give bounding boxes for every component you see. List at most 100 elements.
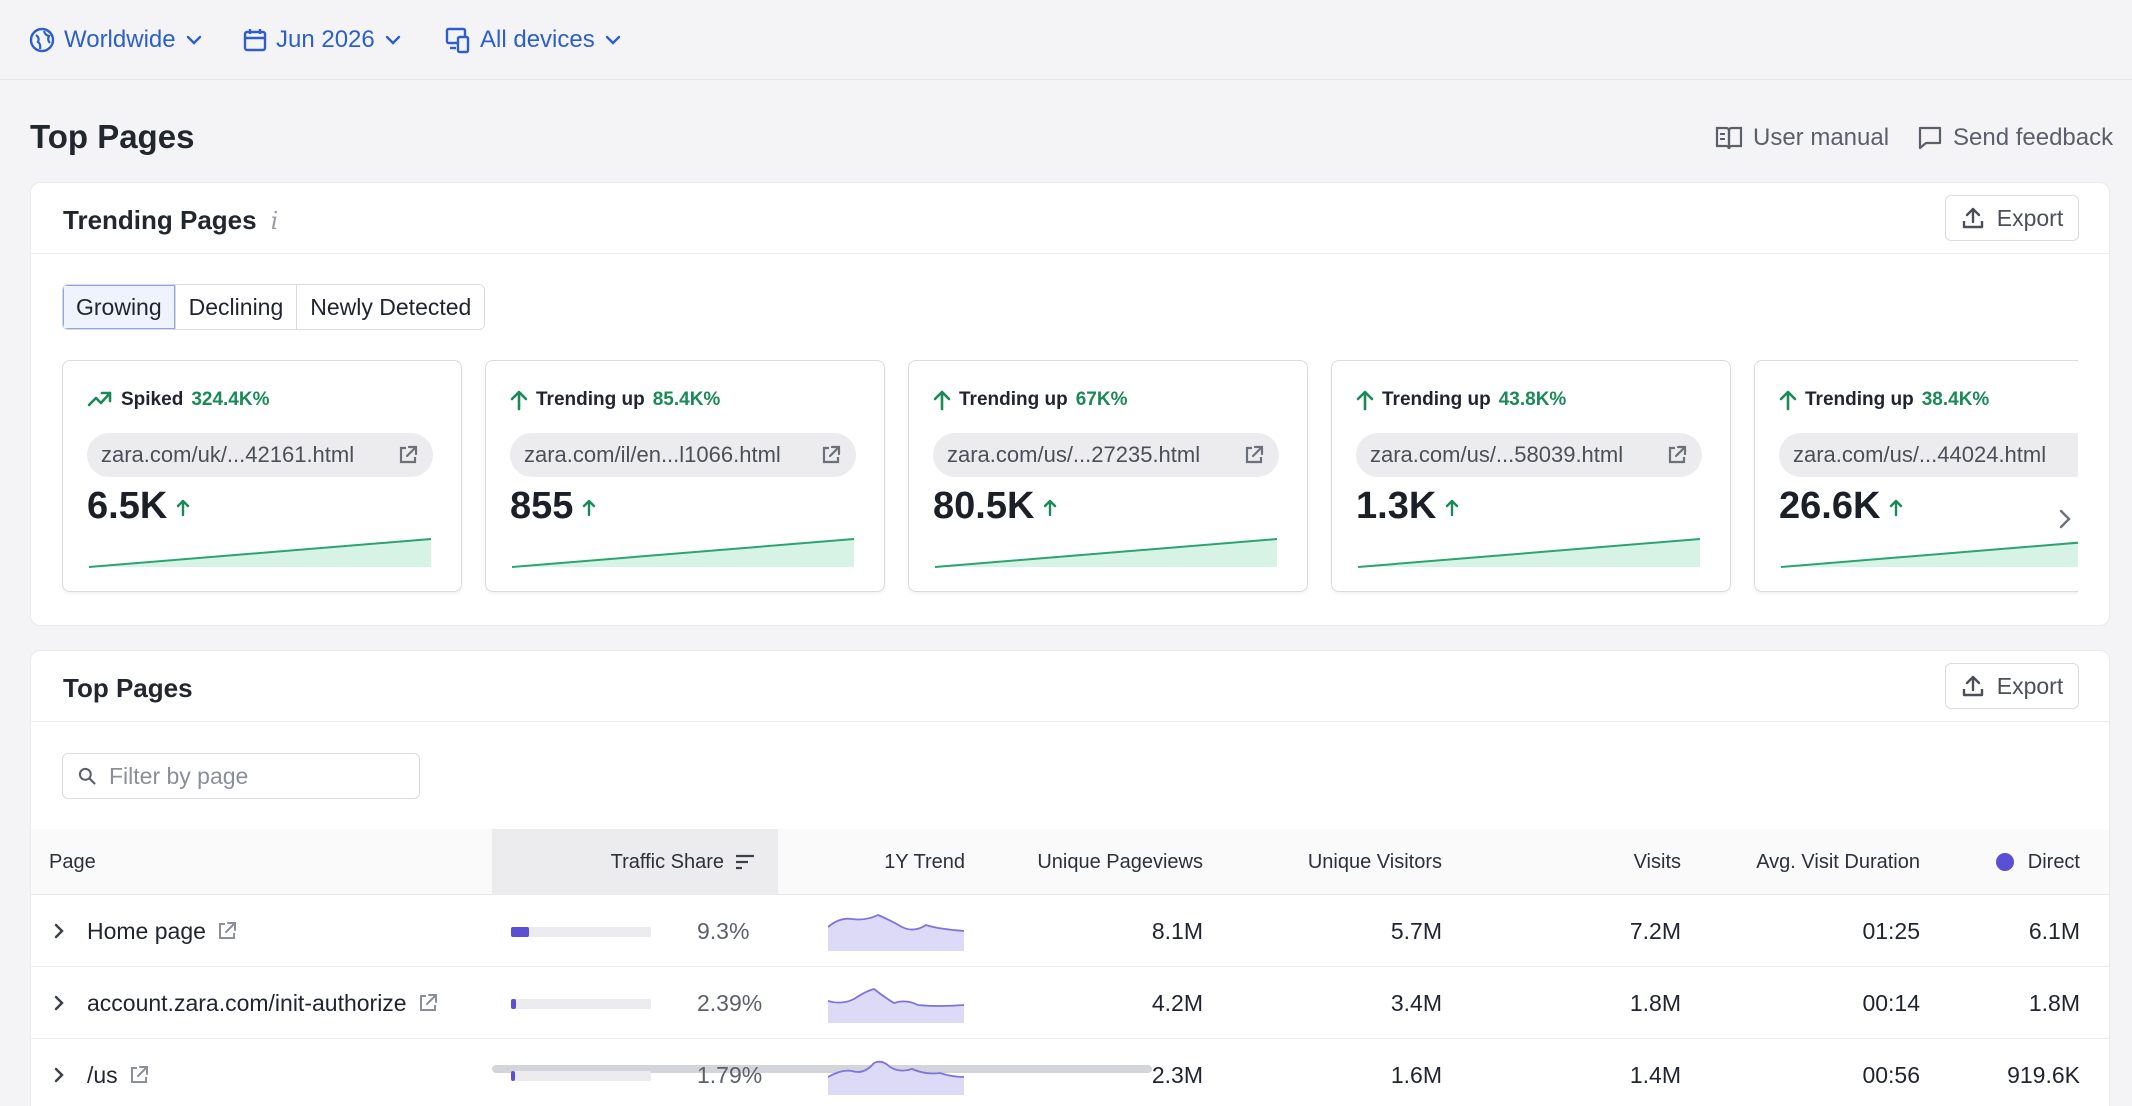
send-feedback-link[interactable]: Send feedback bbox=[1917, 122, 2113, 154]
tile-trend-type: Trending up bbox=[536, 389, 645, 410]
avg-visit-duration-value: 00:56 bbox=[1862, 1061, 1920, 1088]
arrow-up-icon bbox=[177, 499, 190, 516]
region-filter-label: Worldwide bbox=[64, 26, 176, 53]
top-pages-export-label: Export bbox=[1996, 672, 2064, 699]
filter-by-page-input[interactable] bbox=[109, 762, 405, 790]
tile-url-chip[interactable]: zara.com/us/...27235.html bbox=[933, 433, 1279, 477]
tile-url: zara.com/uk/...42161.html bbox=[101, 442, 355, 467]
devices-icon bbox=[445, 27, 470, 54]
trending-tile[interactable]: Spiked 324.4K% zara.com/uk/...42161.html 6.… bbox=[62, 360, 462, 592]
avg-visit-duration-value: 01:25 bbox=[1862, 917, 1920, 944]
arrow-up-icon bbox=[1044, 499, 1057, 516]
tile-value-row: 1.3K bbox=[1356, 485, 1460, 528]
traffic-share-fill bbox=[511, 1071, 515, 1081]
table-row[interactable]: /us 1.79% 2.3M 1.6M 1.4M 00:56 919.6K bbox=[31, 1039, 2109, 1106]
trending-tile[interactable]: Trending up 38.4K% zara.com/us/...44024.ht… bbox=[1754, 360, 2078, 592]
tile-sparkline bbox=[88, 538, 432, 568]
tile-trend-type: Trending up bbox=[1382, 389, 1491, 410]
chevron-right-icon[interactable] bbox=[49, 921, 69, 941]
spike-icon bbox=[87, 391, 112, 407]
tile-trend-percent: 38.4K% bbox=[1921, 389, 1990, 410]
trending-tile[interactable]: Trending up 43.8K% zara.com/us/...58039.ht… bbox=[1331, 360, 1731, 592]
col-avg-visit-duration[interactable]: Avg. Visit Duration bbox=[1691, 829, 1920, 895]
tile-url-chip[interactable]: zara.com/il/en...l1066.html bbox=[510, 433, 856, 477]
tile-trend-type: Spiked bbox=[121, 389, 184, 410]
trending-export-button[interactable]: Export bbox=[1945, 195, 2079, 241]
page-cell: /us bbox=[49, 1039, 150, 1106]
page-name[interactable]: /us bbox=[87, 1062, 118, 1089]
page-title: Top Pages bbox=[30, 118, 195, 155]
direct-value: 919.6K bbox=[2007, 1061, 2080, 1088]
date-filter[interactable]: Jun 2026 bbox=[242, 20, 403, 60]
traffic-share-bar bbox=[511, 927, 651, 937]
card-divider bbox=[31, 721, 2109, 722]
trending-pages-heading: Trending Pages i bbox=[63, 205, 278, 236]
tab-declining[interactable]: Declining bbox=[175, 285, 298, 329]
tile-url-chip[interactable]: zara.com/us/...44024.html bbox=[1779, 433, 2078, 477]
arrow-up-icon bbox=[1356, 390, 1374, 411]
external-link-icon[interactable] bbox=[417, 992, 439, 1014]
tile-value-row: 855 bbox=[510, 485, 597, 528]
chevron-down-icon bbox=[605, 35, 620, 45]
calendar-icon bbox=[243, 29, 267, 52]
col-traffic-share[interactable]: Traffic Share bbox=[492, 829, 778, 895]
tile-url-chip[interactable]: zara.com/uk/...42161.html bbox=[87, 433, 433, 477]
traffic-share-bar bbox=[511, 1071, 651, 1081]
traffic-share-bar bbox=[511, 999, 651, 1009]
tile-value-row: 26.6K bbox=[1779, 485, 1904, 528]
tile-trend-label: Trending up 38.4K% bbox=[1779, 389, 1989, 411]
top-pages-export-button[interactable]: Export bbox=[1945, 663, 2079, 709]
col-direct[interactable]: Direct bbox=[1931, 829, 2080, 895]
col-page[interactable]: Page bbox=[49, 829, 96, 895]
tab-growing[interactable]: Growing bbox=[63, 285, 176, 329]
avg-visit-duration-value: 00:14 bbox=[1862, 989, 1920, 1016]
page-name[interactable]: Home page bbox=[87, 918, 206, 945]
trending-tile[interactable]: Trending up 67K% zara.com/us/...27235.html… bbox=[908, 360, 1308, 592]
page-cell: account.zara.com/init-authorize bbox=[49, 967, 439, 1039]
user-manual-link[interactable]: User manual bbox=[1715, 122, 1889, 154]
sort-icon bbox=[736, 854, 754, 870]
page-name[interactable]: account.zara.com/init-authorize bbox=[87, 990, 407, 1017]
trending-tile[interactable]: Trending up 85.4K% zara.com/il/en...l1066.… bbox=[485, 360, 885, 592]
traffic-share-value: 1.79% bbox=[697, 1061, 763, 1088]
chevron-down-icon bbox=[385, 35, 400, 45]
table-row[interactable]: Home page 9.3% 8.1M 5.7M 7.2M 01:25 6.1M bbox=[31, 895, 2109, 967]
col-visits[interactable]: Visits bbox=[1451, 829, 1681, 895]
info-icon[interactable]: i bbox=[271, 207, 279, 235]
tile-value: 855 bbox=[510, 485, 574, 527]
visits-value: 1.8M bbox=[1629, 989, 1681, 1016]
direct-value: 1.8M bbox=[2028, 989, 2080, 1016]
chevron-right-icon[interactable] bbox=[49, 1065, 69, 1085]
chevron-right-icon[interactable] bbox=[2051, 505, 2079, 533]
card-divider bbox=[31, 253, 2109, 254]
chevron-right-icon[interactable] bbox=[49, 993, 69, 1013]
filter-by-page-field[interactable] bbox=[62, 753, 420, 799]
tile-trend-percent: 85.4K% bbox=[652, 389, 721, 410]
trend-sparkline bbox=[828, 1060, 964, 1095]
trending-pages-card: Trending Pages i Export Growing Declinin… bbox=[30, 182, 2110, 626]
col-unique-visitors[interactable]: Unique Visitors bbox=[1211, 829, 1442, 895]
tile-sparkline bbox=[511, 538, 855, 568]
col-1y-trend[interactable]: 1Y Trend bbox=[791, 829, 965, 895]
tile-trend-label: Trending up 43.8K% bbox=[1356, 389, 1566, 411]
arrow-up-icon bbox=[1779, 390, 1797, 411]
upload-icon bbox=[1962, 207, 1983, 229]
col-unique-pageviews[interactable]: Unique Pageviews bbox=[971, 829, 1203, 895]
tile-url-chip[interactable]: zara.com/us/...58039.html bbox=[1356, 433, 1702, 477]
table-row[interactable]: account.zara.com/init-authorize 2.39% 4.2M… bbox=[31, 967, 2109, 1039]
external-link-icon bbox=[399, 445, 418, 464]
tile-trend-label: Spiked 324.4K% bbox=[87, 389, 269, 411]
arrow-up-icon bbox=[1890, 499, 1903, 516]
tile-value: 6.5K bbox=[87, 485, 168, 527]
traffic-share-value: 2.39% bbox=[697, 989, 763, 1016]
table-header: Page Traffic Share 1Y Trend Unique Pagev… bbox=[31, 829, 2109, 1073]
external-link-icon[interactable] bbox=[216, 920, 238, 942]
tab-newly-detected[interactable]: Newly Detected bbox=[297, 285, 485, 329]
col-traffic-share-label: Traffic Share bbox=[610, 850, 724, 873]
chevron-down-icon bbox=[186, 35, 201, 45]
external-link-icon[interactable] bbox=[128, 1064, 150, 1086]
tile-trend-type: Trending up bbox=[959, 389, 1068, 410]
unique-pageviews-value: 4.2M bbox=[1151, 989, 1203, 1016]
region-filter[interactable]: Worldwide bbox=[28, 20, 204, 60]
devices-filter[interactable]: All devices bbox=[444, 20, 623, 60]
